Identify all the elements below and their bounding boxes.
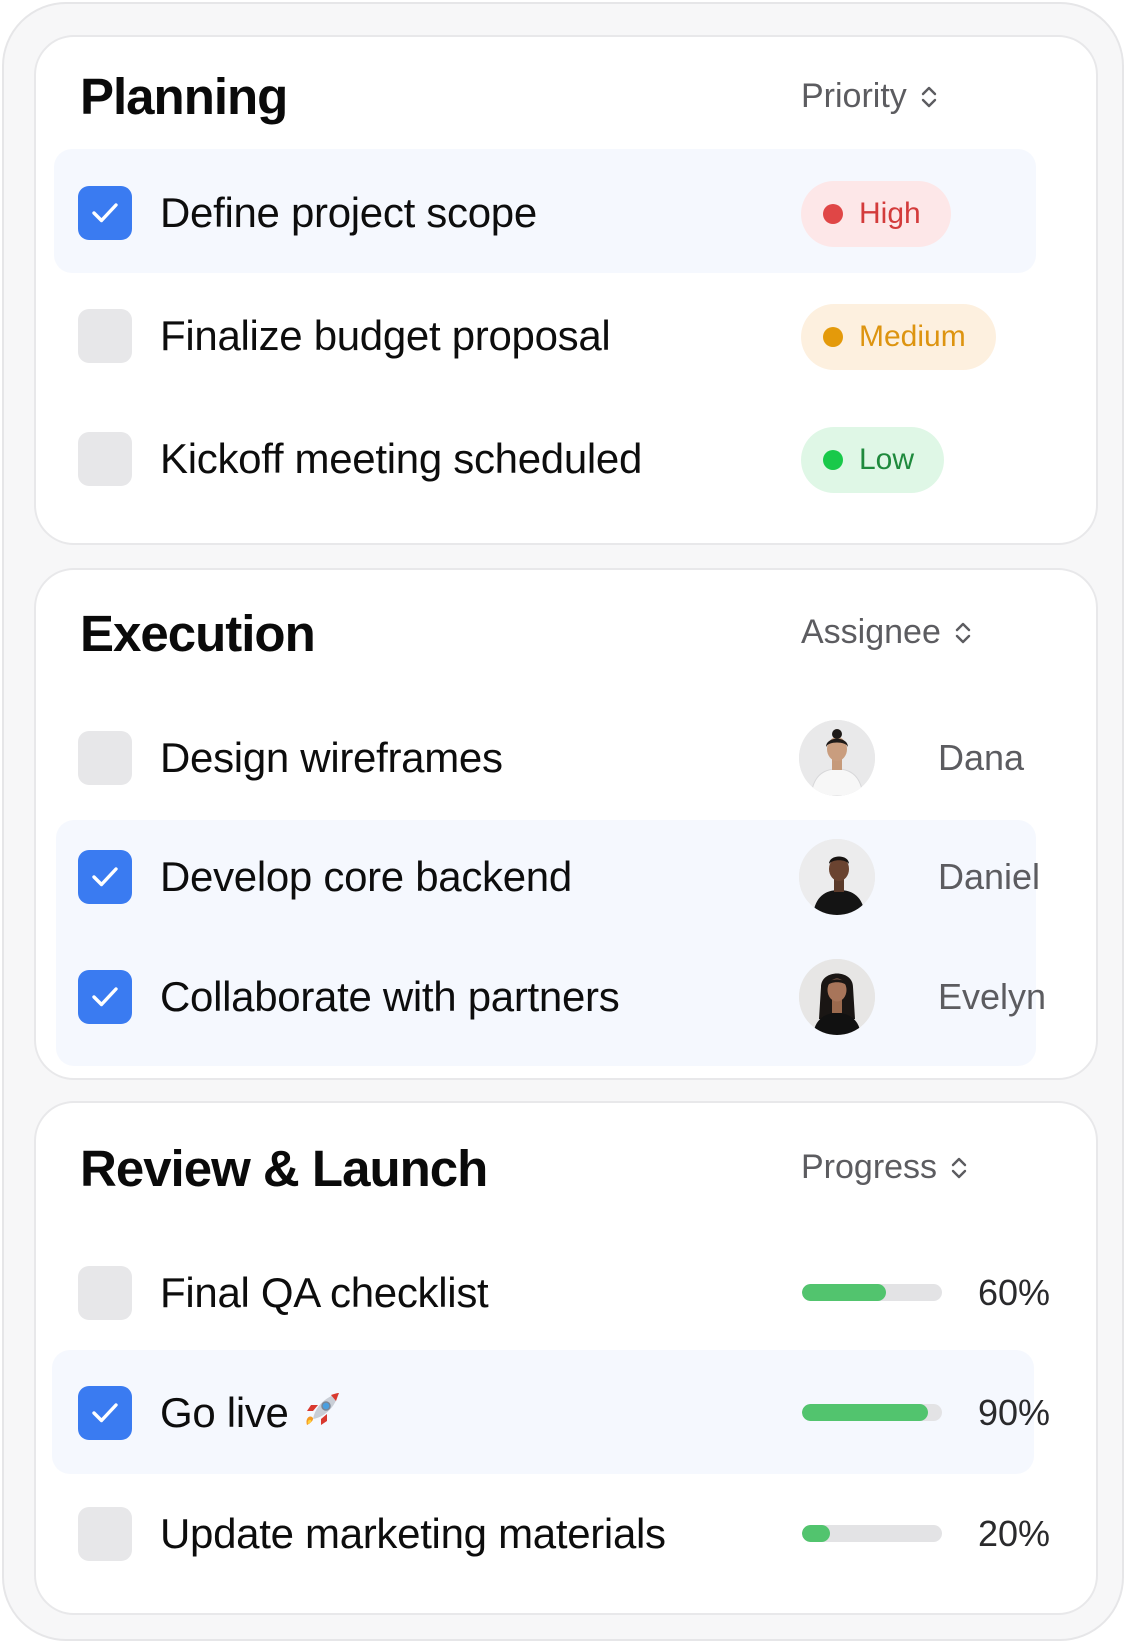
task-checkbox[interactable] bbox=[78, 970, 132, 1024]
sort-chevrons-icon bbox=[921, 86, 936, 107]
assignee-name: Evelyn bbox=[938, 976, 1047, 1017]
priority-label: Low bbox=[859, 443, 915, 476]
task-checkbox[interactable] bbox=[78, 1386, 132, 1440]
planning-card: Planning Priority Define project scope H… bbox=[34, 35, 1098, 545]
app-frame: Planning Priority Define project scope H… bbox=[2, 2, 1124, 1641]
assignee-name: Daniel bbox=[938, 856, 1041, 897]
priority-dot-icon bbox=[823, 204, 843, 224]
progress-value: 90% bbox=[978, 1392, 1051, 1433]
sort-label: Priority bbox=[801, 77, 907, 115]
task-label: Final QA checklist bbox=[160, 1269, 489, 1316]
checkmark-icon bbox=[92, 867, 118, 887]
priority-badge-high: High bbox=[801, 181, 951, 247]
card-header: Execution Assignee bbox=[36, 570, 1096, 710]
task-row[interactable]: Kickoff meeting scheduled Low bbox=[54, 395, 1084, 523]
avatar bbox=[799, 720, 875, 796]
person-avatar-icon bbox=[799, 720, 875, 796]
sort-chevrons-icon bbox=[955, 622, 971, 643]
checkmark-icon bbox=[92, 203, 118, 223]
avatar bbox=[799, 839, 875, 915]
task-label: Finalize budget proposal bbox=[160, 312, 611, 359]
task-row[interactable]: Define project scope High bbox=[54, 149, 1084, 277]
section-title: Execution bbox=[80, 605, 316, 662]
task-row[interactable]: Develop core backend Daniel bbox=[54, 813, 1084, 941]
task-label: Design wireframes bbox=[160, 734, 503, 781]
task-checkbox[interactable] bbox=[78, 1507, 132, 1561]
avatar bbox=[799, 959, 875, 1035]
section-title: Review & Launch bbox=[80, 1140, 488, 1197]
task-label: Develop core backend bbox=[160, 853, 572, 900]
person-avatar-icon bbox=[799, 839, 875, 915]
priority-label: High bbox=[859, 197, 921, 230]
task-row[interactable]: Finalize budget proposal Medium bbox=[54, 272, 1084, 400]
task-row[interactable]: Update marketing materials 20% bbox=[54, 1470, 1084, 1598]
assignee-name: Dana bbox=[938, 737, 1025, 778]
task-label: Define project scope bbox=[160, 189, 537, 236]
sort-chevrons-icon bbox=[951, 1157, 967, 1178]
task-checkbox[interactable] bbox=[78, 309, 132, 363]
checkmark-icon bbox=[92, 987, 118, 1007]
sort-label: Assignee bbox=[801, 613, 941, 651]
priority-badge-low: Low bbox=[801, 427, 945, 493]
rocket-emoji-icon bbox=[306, 1392, 339, 1425]
task-checkbox[interactable] bbox=[78, 850, 132, 904]
sort-progress-button[interactable]: Progress bbox=[801, 1148, 969, 1187]
priority-dot-icon bbox=[823, 450, 843, 470]
progress-bar bbox=[802, 1404, 942, 1421]
task-checkbox[interactable] bbox=[78, 731, 132, 785]
task-row[interactable]: Go live 90% bbox=[54, 1349, 1084, 1477]
person-avatar-icon bbox=[799, 959, 875, 1035]
task-label: Kickoff meeting scheduled bbox=[160, 435, 643, 482]
priority-label: Medium bbox=[859, 320, 966, 353]
task-checkbox[interactable] bbox=[78, 432, 132, 486]
sort-label: Progress bbox=[801, 1148, 938, 1186]
task-row[interactable]: Final QA checklist 60% bbox=[54, 1229, 1084, 1357]
progress-fill bbox=[802, 1404, 928, 1421]
priority-badge-medium: Medium bbox=[801, 304, 996, 370]
review-launch-card: Review & Launch Progress Final QA checkl… bbox=[34, 1101, 1098, 1615]
progress-bar bbox=[802, 1284, 942, 1301]
task-checkbox[interactable] bbox=[78, 1266, 132, 1320]
sort-assignee-button[interactable]: Assignee bbox=[801, 613, 973, 652]
progress-value: 20% bbox=[978, 1513, 1051, 1554]
progress-bar bbox=[802, 1525, 942, 1542]
execution-card: Execution Assignee Design wireframes Dan… bbox=[34, 568, 1098, 1080]
task-row[interactable]: Collaborate with partners Evelyn bbox=[54, 933, 1084, 1061]
task-checkbox[interactable] bbox=[78, 186, 132, 240]
task-label: Go live bbox=[160, 1389, 289, 1436]
task-label: Update marketing materials bbox=[160, 1510, 666, 1557]
progress-value: 60% bbox=[978, 1272, 1051, 1313]
progress-fill bbox=[802, 1525, 830, 1542]
card-header: Review & Launch Progress bbox=[36, 1103, 1096, 1243]
progress-fill bbox=[802, 1284, 886, 1301]
sort-priority-button[interactable]: Priority bbox=[801, 77, 939, 116]
task-label-wrapper: Go live bbox=[160, 1349, 343, 1477]
section-title: Planning bbox=[80, 68, 288, 125]
checkmark-icon bbox=[92, 1403, 118, 1423]
task-label: Collaborate with partners bbox=[160, 973, 620, 1020]
task-row[interactable]: Design wireframes Dana bbox=[54, 694, 1084, 822]
priority-dot-icon bbox=[823, 327, 843, 347]
